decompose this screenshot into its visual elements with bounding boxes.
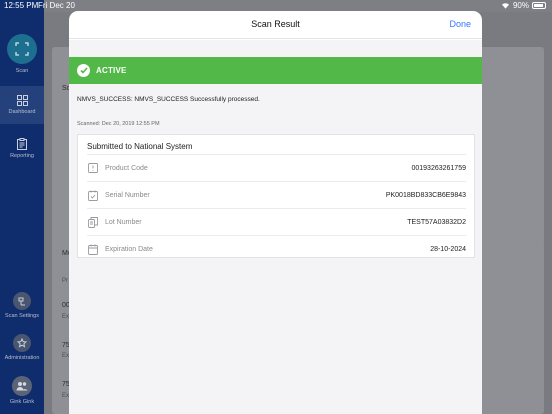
detail-value: 28-10-2024 bbox=[430, 245, 466, 253]
sidebar-item-dashboard[interactable]: Dashboard bbox=[0, 86, 44, 124]
clipboard-icon bbox=[17, 138, 27, 150]
wifi-icon bbox=[501, 3, 509, 9]
background-row-sub: Ex bbox=[62, 353, 70, 359]
user-group-icon bbox=[12, 376, 32, 396]
detail-value: TEST57A03832D2 bbox=[407, 218, 466, 226]
status-indicators: 90% bbox=[501, 1, 546, 10]
detail-row-expiration-date: Expiration Date 28-10-2024 bbox=[87, 235, 466, 262]
sidebar-item-label: Administration bbox=[4, 355, 40, 361]
serial-check-icon bbox=[87, 190, 98, 201]
sidebar-item-scan-settings[interactable]: Scan Settings bbox=[0, 292, 44, 322]
done-button[interactable]: Done bbox=[449, 19, 471, 29]
sidebar-item-scan[interactable]: Scan bbox=[0, 34, 44, 82]
calendar-icon bbox=[87, 244, 98, 255]
background-list-header: Pr bbox=[62, 278, 68, 284]
status-time: 12:55 PM bbox=[4, 1, 39, 10]
detail-label: Lot Number bbox=[105, 218, 142, 226]
sidebar: Scan Dashboard Reporting Scan Settings A… bbox=[0, 0, 44, 414]
scan-icon bbox=[7, 34, 37, 64]
sidebar-item-administration[interactable]: Administration bbox=[0, 334, 44, 364]
sidebar-item-label: Reporting bbox=[10, 153, 34, 159]
detail-row-serial-number: Serial Number PK0018BD833CB6E9843 bbox=[87, 181, 466, 208]
check-circle-icon bbox=[77, 64, 90, 77]
star-badge-icon bbox=[13, 334, 31, 352]
status-banner: ACTIVE bbox=[69, 57, 482, 84]
detail-row-product-code: Product Code 00193263261759 bbox=[87, 154, 466, 181]
sidebar-item-label: Gink Gink bbox=[9, 399, 35, 405]
status-date: Fri Dec 20 bbox=[38, 1, 75, 10]
result-message: NMVS_SUCCESS: NMVS_SUCCESS Successfully … bbox=[77, 96, 260, 103]
sidebar-item-label: Scan Settings bbox=[5, 313, 39, 319]
detail-value: 00193263261759 bbox=[411, 164, 466, 172]
sidebar-item-profile[interactable]: Gink Gink bbox=[0, 376, 44, 410]
detail-label: Expiration Date bbox=[105, 245, 153, 253]
background-row-sub: Ex bbox=[62, 314, 70, 320]
status-bar: 12:55 PM Fri Dec 20 90% bbox=[0, 0, 552, 12]
background-row-sub: Ex bbox=[62, 393, 70, 399]
scanned-timestamp: Scanned: Dec 20, 2019 12:55 PM bbox=[77, 121, 160, 127]
card-title: Submitted to National System bbox=[87, 142, 193, 151]
battery-icon bbox=[532, 2, 546, 9]
detail-row-lot-number: Lot Number TEST57A03832D2 bbox=[87, 208, 466, 235]
sidebar-item-label: Scan bbox=[15, 68, 29, 74]
detail-value: PK0018BD833CB6E9843 bbox=[385, 191, 466, 199]
battery-percent: 90% bbox=[512, 1, 529, 10]
result-details-card: Submitted to National System Product Cod… bbox=[77, 134, 475, 258]
sidebar-item-reporting[interactable]: Reporting bbox=[0, 138, 44, 168]
sidebar-item-label: Dashboard bbox=[8, 109, 36, 115]
modal-title: Scan Result bbox=[251, 19, 300, 29]
scan-settings-icon bbox=[13, 292, 31, 310]
modal-header: Scan Result Done bbox=[69, 11, 482, 39]
product-code-icon bbox=[87, 163, 98, 174]
modal-body: ACTIVE NMVS_SUCCESS: NMVS_SUCCESS Succes… bbox=[69, 40, 482, 414]
detail-label: Product Code bbox=[105, 164, 148, 172]
scan-result-modal: Scan Result Done ACTIVE NMVS_SUCCESS: NM… bbox=[69, 11, 482, 414]
grid-icon bbox=[16, 95, 28, 106]
detail-label: Serial Number bbox=[105, 191, 150, 199]
status-label: ACTIVE bbox=[96, 66, 127, 75]
lot-copy-icon bbox=[87, 216, 98, 228]
